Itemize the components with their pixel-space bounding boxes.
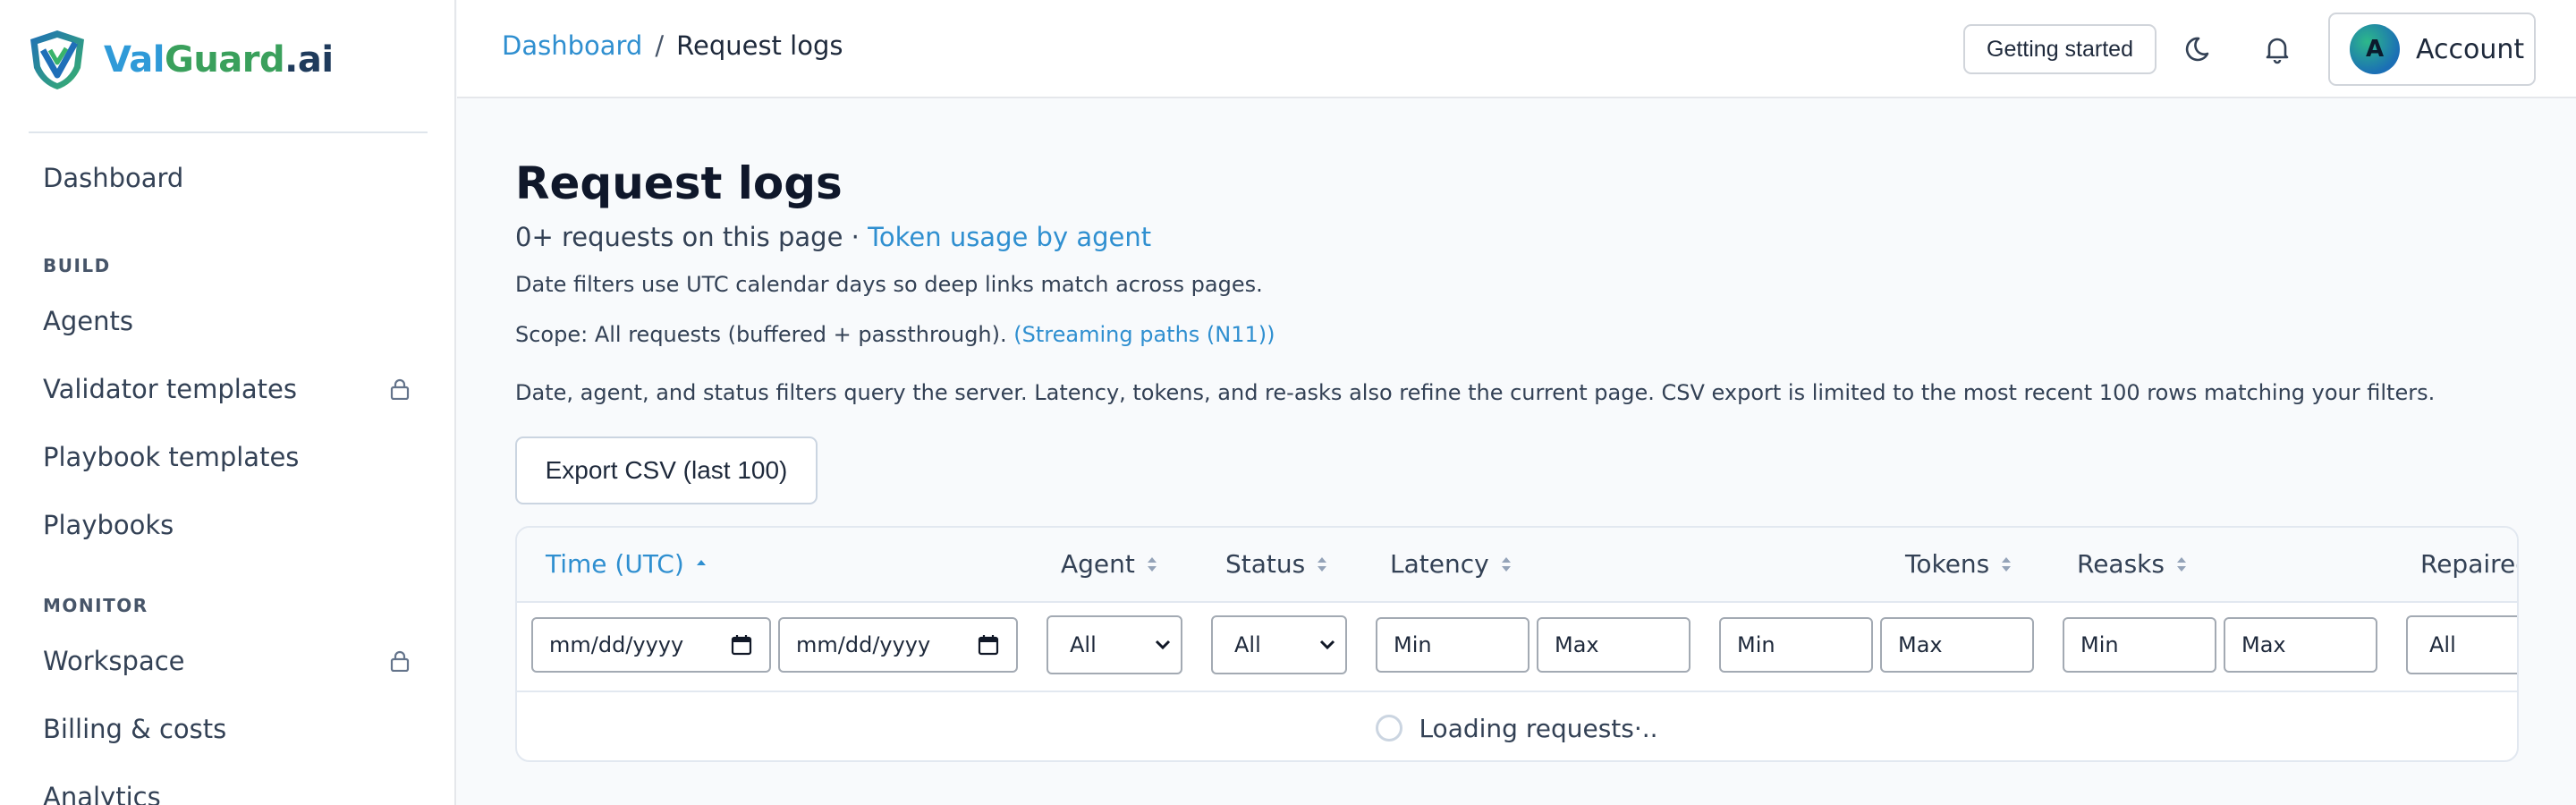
top-bar: Dashboard / Request logs Getting started…: [457, 0, 2576, 98]
sort-icon: [2002, 556, 2012, 572]
date-placeholder: mm/dd/yyyy: [549, 632, 684, 657]
brand-name-part: Val: [104, 39, 165, 80]
spinner-icon: [1376, 715, 1403, 741]
breadcrumb-separator: /: [655, 30, 665, 61]
breadcrumb-current: Request logs: [676, 30, 843, 61]
select-value: All: [1070, 632, 1097, 657]
calendar-icon: [731, 635, 752, 656]
table-header-row: Time (UTC) Agent Status Latency Tokens R…: [517, 528, 2517, 603]
sidebar-item-label: Playbook templates: [43, 442, 300, 472]
calendar-icon: [978, 635, 999, 656]
column-header-time[interactable]: Time (UTC): [546, 549, 708, 579]
breadcrumb-dashboard-link[interactable]: Dashboard: [502, 30, 642, 61]
scope-text: Scope: All requests (buffered + passthro…: [515, 322, 1007, 347]
sidebar-item-validator-templates[interactable]: Validator templates: [43, 367, 419, 411]
status-filter-select[interactable]: All: [1211, 615, 1347, 674]
column-header-reasks[interactable]: Reasks: [2077, 549, 2188, 579]
sidebar-item-playbook-templates[interactable]: Playbook templates: [43, 435, 419, 479]
account-menu-button[interactable]: A Account: [2328, 13, 2536, 86]
brand-name: ValGuard.ai: [104, 39, 334, 80]
tokens-max-input[interactable]: Max: [1880, 617, 2034, 673]
column-header-repaired[interactable]: Repaired: [2420, 549, 2517, 579]
date-filter-note: Date filters use UTC calendar days so de…: [515, 272, 1263, 297]
column-header-label: Agent: [1061, 549, 1135, 579]
sidebar-item-label: Analytics: [43, 782, 161, 805]
brand-logo[interactable]: ValGuard.ai: [27, 29, 334, 91]
column-header-tokens[interactable]: Tokens: [1905, 549, 2012, 579]
column-header-label: Latency: [1390, 549, 1489, 579]
sidebar-item-workspace[interactable]: Workspace: [43, 639, 419, 683]
getting-started-button[interactable]: Getting started: [1963, 24, 2157, 74]
notifications-button[interactable]: [2255, 27, 2300, 72]
sidebar-section-monitor: MONITOR: [43, 595, 148, 616]
account-label: Account: [2416, 33, 2525, 65]
loading-text: Loading requests·..: [1419, 713, 1658, 743]
tokens-min-input[interactable]: Min: [1719, 617, 1873, 673]
column-header-label: Status: [1225, 549, 1306, 579]
loading-row: Loading requests·..: [517, 694, 2517, 760]
export-csv-button[interactable]: Export CSV (last 100): [515, 436, 818, 504]
sidebar-item-label: Agents: [43, 306, 133, 336]
column-header-latency[interactable]: Latency: [1390, 549, 1513, 579]
sidebar-item-agents[interactable]: Agents: [43, 299, 419, 343]
sidebar-item-label: Workspace: [43, 646, 185, 676]
sidebar-item-dashboard[interactable]: Dashboard: [43, 156, 419, 200]
theme-toggle-button[interactable]: [2178, 27, 2223, 72]
filter-explanation-note: Date, agent, and status filters query th…: [515, 380, 2436, 405]
sidebar-item-label: Playbooks: [43, 510, 174, 540]
breadcrumb: Dashboard / Request logs: [502, 30, 843, 61]
sort-ascending-icon: [696, 559, 706, 565]
column-header-label: Time (UTC): [546, 549, 684, 579]
lock-icon: [390, 378, 410, 400]
sort-icon: [2176, 556, 2186, 572]
sort-icon: [1147, 556, 1157, 572]
select-value: All: [1234, 632, 1261, 657]
latency-max-input[interactable]: Max: [1537, 617, 1690, 673]
bell-icon: [2266, 38, 2289, 64]
column-header-label: Reasks: [2077, 549, 2165, 579]
sidebar-divider: [29, 131, 428, 133]
reasks-max-input[interactable]: Max: [2224, 617, 2377, 673]
select-value: All: [2429, 632, 2456, 657]
repaired-filter-select[interactable]: All: [2406, 615, 2517, 674]
date-to-input[interactable]: mm/dd/yyyy: [778, 617, 1018, 673]
sort-icon: [1501, 556, 1511, 572]
column-header-status[interactable]: Status: [1225, 549, 1328, 579]
request-count-line: 0+ requests on this page · Token usage b…: [515, 222, 1151, 252]
chevron-down-icon: [1155, 640, 1171, 650]
sort-icon: [1318, 556, 1327, 572]
brand-name-part: .ai: [284, 39, 334, 80]
reasks-min-input[interactable]: Min: [2063, 617, 2216, 673]
streaming-paths-link[interactable]: (Streaming paths (N11)): [1013, 322, 1275, 347]
sidebar-item-label: Validator templates: [43, 374, 297, 404]
moon-icon: [2185, 37, 2209, 62]
date-placeholder: mm/dd/yyyy: [796, 632, 931, 657]
column-header-label: Tokens: [1905, 549, 1990, 579]
brand-name-part: Guard: [164, 39, 285, 80]
scope-note: Scope: All requests (buffered + passthro…: [515, 322, 1275, 347]
sidebar-item-analytics[interactable]: Analytics: [43, 775, 419, 805]
filter-row: mm/dd/yyyy mm/dd/yyyy All All Min Max Mi…: [517, 603, 2517, 692]
avatar: A: [2350, 24, 2400, 74]
sidebar: ValGuard.ai Dashboard BUILD Agents Valid…: [0, 0, 456, 805]
sidebar-item-label: Billing & costs: [43, 714, 227, 744]
sidebar-section-build: BUILD: [43, 255, 111, 276]
date-from-input[interactable]: mm/dd/yyyy: [531, 617, 771, 673]
agent-filter-select[interactable]: All: [1046, 615, 1182, 674]
latency-min-input[interactable]: Min: [1376, 617, 1530, 673]
sidebar-item-billing-costs[interactable]: Billing & costs: [43, 707, 419, 751]
shield-logo-icon: [30, 30, 84, 89]
lock-icon: [390, 650, 410, 672]
sidebar-item-label: Dashboard: [43, 163, 184, 193]
sidebar-item-playbooks[interactable]: Playbooks: [43, 503, 419, 547]
request-logs-table: Time (UTC) Agent Status Latency Tokens R…: [515, 526, 2519, 762]
column-header-label: Repaired: [2420, 549, 2517, 579]
page-title: Request logs: [515, 157, 843, 209]
token-usage-link[interactable]: Token usage by agent: [868, 222, 1151, 252]
chevron-down-icon: [1319, 640, 1335, 650]
column-header-agent[interactable]: Agent: [1061, 549, 1158, 579]
request-count: 0+ requests on this page ·: [515, 222, 860, 252]
